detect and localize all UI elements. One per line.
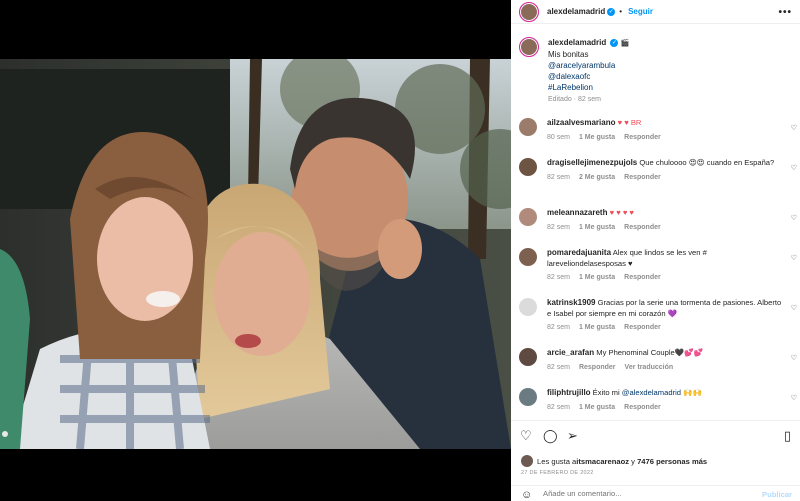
- likes-prefix: Les gusta a: [537, 456, 577, 466]
- comment-likes[interactable]: 1 Me gusta: [579, 224, 615, 231]
- like-comment-icon[interactable]: ♡: [791, 394, 797, 402]
- commenter-username[interactable]: filiphtrujillo: [547, 388, 591, 397]
- mention-link[interactable]: @dalexaofc: [548, 71, 629, 82]
- comment-time: 80 sem: [547, 133, 570, 141]
- comment-likes[interactable]: 1 Me gusta: [579, 404, 615, 411]
- likes-count[interactable]: 7476 personas más: [637, 457, 707, 466]
- caption-username[interactable]: alexdelamadrid: [548, 38, 606, 47]
- reply-button[interactable]: Responder: [624, 224, 661, 231]
- comment-time: 82 sem: [547, 403, 570, 411]
- comment-text: Éxito mi: [590, 388, 622, 397]
- comment-likes[interactable]: 1 Me gusta: [579, 274, 615, 281]
- commenter-avatar[interactable]: [519, 158, 537, 176]
- comment-item: pomaredajuanita Alex que lindos se les v…: [519, 248, 799, 284]
- mention-link[interactable]: @alexdelamadrid: [622, 388, 681, 397]
- comment-text: Que chuloooo 😍😍 cuando en España?: [637, 158, 775, 167]
- post-caption: alexdelamadrid ✓ 🎬 Mis bonitas @aracelya…: [519, 37, 791, 105]
- like-comment-icon[interactable]: ♡: [791, 304, 797, 312]
- commenter-avatar[interactable]: [519, 348, 537, 366]
- add-comment-bar: ☺ Publicar: [511, 485, 800, 501]
- comment-item: katrinsk1909 Gracias por la serie una to…: [519, 298, 799, 334]
- comment-time: 82 sem: [547, 274, 570, 281]
- comment-item: dragisellejimenezpujols Que chuloooo 😍😍 …: [519, 158, 799, 183]
- bookmark-icon[interactable]: ▯: [784, 429, 791, 443]
- commenter-avatar[interactable]: [519, 388, 537, 406]
- reply-button[interactable]: Responder: [579, 364, 616, 371]
- commenter-avatar[interactable]: [519, 298, 537, 316]
- separator-dot: •: [619, 7, 623, 16]
- photo-illustration: [0, 59, 511, 449]
- liker-avatar: [521, 455, 533, 467]
- reply-button[interactable]: Responder: [624, 274, 661, 281]
- media-indicator-icon: [2, 431, 8, 437]
- more-options-icon[interactable]: •••: [778, 7, 792, 18]
- publish-button[interactable]: Publicar: [762, 490, 792, 499]
- caption-line: Mis bonitas: [548, 50, 589, 59]
- comment-text-tail: 🙌🙌: [681, 388, 703, 397]
- likes-mid: y: [629, 456, 638, 466]
- like-icon[interactable]: ♡: [520, 429, 532, 443]
- verified-icon: ✓: [607, 7, 616, 16]
- author-username[interactable]: alexdelamadrid: [547, 7, 605, 16]
- reply-button[interactable]: Responder: [624, 174, 661, 181]
- comment-text: ♥ ♥ BR: [615, 118, 642, 127]
- comment-time: 82 sem: [547, 223, 570, 231]
- comment-icon[interactable]: ◯: [543, 429, 558, 443]
- instagram-post-modal: alexdelamadrid ✓ • Seguir ••• alexdelama…: [0, 0, 800, 501]
- like-comment-icon[interactable]: ♡: [791, 214, 797, 222]
- emoji-icon[interactable]: ☺: [521, 489, 532, 501]
- comment-item: filiphtrujillo Éxito mi @alexdelamadrid …: [519, 388, 799, 413]
- hashtag-link[interactable]: #LaRebelion: [548, 82, 629, 93]
- like-comment-icon[interactable]: ♡: [791, 254, 797, 262]
- commenter-username[interactable]: meleannazareth: [547, 208, 607, 217]
- comment-item: meleannazareth ♥ ♥ ♥ ♥ 82 sem 1 Me gusta R…: [519, 208, 799, 233]
- comment-item: arcie_arafan My Phenominal Couple🖤💕💕 82 …: [519, 348, 799, 373]
- comment-likes[interactable]: 2 Me gusta: [579, 174, 615, 181]
- comment-likes[interactable]: 1 Me gusta: [579, 324, 615, 331]
- post-actions: ♡ ◯ ➢ ▯ Les gusta a itsmacarenaoz y 7476…: [511, 420, 800, 501]
- commenter-username[interactable]: dragisellejimenezpujols: [547, 158, 637, 167]
- post-photo[interactable]: [0, 59, 511, 449]
- comment-time: 82 sem: [547, 324, 570, 331]
- like-comment-icon[interactable]: ♡: [791, 354, 797, 362]
- comment-time: 82 sem: [547, 363, 570, 371]
- commenter-username[interactable]: pomaredajuanita: [547, 248, 611, 257]
- comment-input[interactable]: [543, 489, 743, 498]
- edited-timestamp: Editado · 82 sem: [548, 96, 601, 103]
- share-icon[interactable]: ➢: [567, 429, 578, 443]
- post-date: 27 DE FEBRERO DE 2022: [521, 470, 594, 476]
- caption-verified-icon: ✓: [610, 38, 619, 47]
- comment-text: ♥ ♥ ♥ ♥: [607, 208, 634, 217]
- liker-username[interactable]: itsmacarenaoz: [576, 457, 629, 466]
- see-translation-button[interactable]: Ver traducción: [625, 364, 674, 371]
- commenter-username[interactable]: arcie_arafan: [547, 348, 594, 357]
- clapperboard-icon: 🎬: [620, 40, 630, 47]
- like-comment-icon[interactable]: ♡: [791, 124, 797, 132]
- caption-avatar[interactable]: [519, 37, 539, 57]
- likes-summary: Les gusta a itsmacarenaoz y 7476 persona…: [521, 455, 707, 467]
- comment-item: ailzaalvesmariano ♥ ♥ BR 80 sem 1 Me gust…: [519, 118, 799, 143]
- commenter-username[interactable]: ailzaalvesmariano: [547, 118, 615, 127]
- post-sidebar: alexdelamadrid ✓ • Seguir ••• alexdelama…: [511, 0, 800, 501]
- commenter-avatar[interactable]: [519, 118, 537, 136]
- comment-likes[interactable]: 1 Me gusta: [579, 134, 615, 141]
- like-comment-icon[interactable]: ♡: [791, 164, 797, 172]
- comment-time: 82 sem: [547, 173, 570, 181]
- reply-button[interactable]: Responder: [624, 404, 661, 411]
- follow-button[interactable]: Seguir: [628, 7, 653, 16]
- media-panel: [0, 0, 511, 501]
- comment-text: My Phenominal Couple🖤💕💕: [594, 348, 704, 357]
- reply-button[interactable]: Responder: [624, 134, 661, 141]
- post-header: alexdelamadrid ✓ • Seguir •••: [511, 0, 800, 24]
- commenter-avatar[interactable]: [519, 208, 537, 226]
- commenter-avatar[interactable]: [519, 248, 537, 266]
- commenter-username[interactable]: katrinsk1909: [547, 298, 595, 307]
- author-avatar[interactable]: [519, 1, 539, 22]
- reply-button[interactable]: Responder: [624, 324, 661, 331]
- mention-link[interactable]: @aracelyarambula: [548, 60, 629, 71]
